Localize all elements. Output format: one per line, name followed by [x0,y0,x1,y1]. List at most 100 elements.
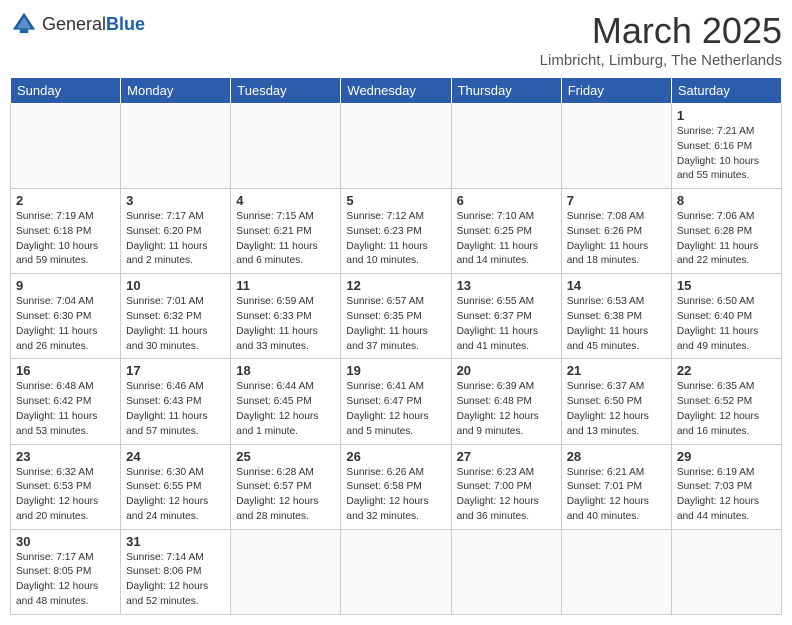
day-number: 16 [16,363,115,378]
day-number: 31 [126,534,225,549]
day-number: 15 [677,278,776,293]
day-cell: 20 Sunrise: 6:39 AMSunset: 6:48 PMDayligh… [451,359,561,444]
weekday-wednesday: Wednesday [341,78,451,104]
day-number: 30 [16,534,115,549]
weekday-thursday: Thursday [451,78,561,104]
day-info: Sunrise: 6:32 AMSunset: 6:53 PMDaylight:… [16,466,115,525]
month-title: March 2025 [540,10,782,52]
day-cell: 17 Sunrise: 6:46 AMSunset: 6:43 PMDayligh… [121,359,231,444]
week-row-1: 1 Sunrise: 7:21 AMSunset: 6:16 PMDaylight… [11,104,782,189]
weekday-sunday: Sunday [11,78,121,104]
title-area: March 2025 Limbricht, Limburg, The Nethe… [540,10,782,69]
day-number: 14 [567,278,666,293]
day-info: Sunrise: 6:23 AMSunset: 7:00 PMDaylight:… [457,466,556,525]
day-number: 13 [457,278,556,293]
day-info: Sunrise: 6:46 AMSunset: 6:43 PMDaylight:… [126,380,225,439]
day-cell: 3Sunrise: 7:17 AMSunset: 6:20 PMDaylight… [121,189,231,274]
day-cell: 23Sunrise: 6:32 AMSunset: 6:53 PMDayligh… [11,444,121,529]
day-cell: 2Sunrise: 7:19 AMSunset: 6:18 PMDaylight… [11,189,121,274]
weekday-saturday: Saturday [671,78,781,104]
day-cell [121,104,231,189]
week-row-4: 16 Sunrise: 6:48 AMSunset: 6:42 PMDayligh… [11,359,782,444]
day-number: 26 [346,449,445,464]
day-info: Sunrise: 7:21 AMSunset: 6:16 PMDaylight:… [677,125,776,184]
day-cell [231,104,341,189]
logo-general: General [42,14,106,34]
day-cell: 6Sunrise: 7:10 AMSunset: 6:25 PMDaylight… [451,189,561,274]
day-number: 1 [677,108,776,123]
day-info: Sunrise: 6:41 AMSunset: 6:47 PMDaylight:… [346,380,445,439]
day-info: Sunrise: 7:01 AMSunset: 6:32 PMDaylight:… [126,295,225,354]
day-cell [561,104,671,189]
day-number: 29 [677,449,776,464]
day-cell: 24Sunrise: 6:30 AMSunset: 6:55 PMDayligh… [121,444,231,529]
day-cell: 30 Sunrise: 7:17 AMSunset: 8:05 PMDayligh… [11,529,121,614]
week-row-5: 23Sunrise: 6:32 AMSunset: 6:53 PMDayligh… [11,444,782,529]
day-info: Sunrise: 7:08 AMSunset: 6:26 PMDaylight:… [567,210,666,269]
weekday-friday: Friday [561,78,671,104]
day-cell [671,529,781,614]
day-number: 21 [567,363,666,378]
day-cell: 10 Sunrise: 7:01 AMSunset: 6:32 PMDayligh… [121,274,231,359]
day-number: 10 [126,278,225,293]
day-number: 28 [567,449,666,464]
day-cell: 18Sunrise: 6:44 AMSunset: 6:45 PMDayligh… [231,359,341,444]
day-number: 12 [346,278,445,293]
weekday-tuesday: Tuesday [231,78,341,104]
day-number: 20 [457,363,556,378]
day-cell [11,104,121,189]
day-cell: 7 Sunrise: 7:08 AMSunset: 6:26 PMDaylight… [561,189,671,274]
day-info: Sunrise: 7:17 AMSunset: 8:05 PMDaylight:… [16,551,115,610]
week-row-2: 2Sunrise: 7:19 AMSunset: 6:18 PMDaylight… [11,189,782,274]
day-number: 4 [236,193,335,208]
day-number: 17 [126,363,225,378]
day-info: Sunrise: 7:10 AMSunset: 6:25 PMDaylight:… [457,210,556,269]
day-info: Sunrise: 7:15 AMSunset: 6:21 PMDaylight:… [236,210,335,269]
day-number: 25 [236,449,335,464]
day-info: Sunrise: 6:39 AMSunset: 6:48 PMDaylight:… [457,380,556,439]
day-cell [451,104,561,189]
day-cell: 13Sunrise: 6:55 AMSunset: 6:37 PMDayligh… [451,274,561,359]
day-number: 11 [236,278,335,293]
day-info: Sunrise: 6:48 AMSunset: 6:42 PMDaylight:… [16,380,115,439]
day-info: Sunrise: 6:59 AMSunset: 6:33 PMDaylight:… [236,295,335,354]
day-number: 7 [567,193,666,208]
weekday-monday: Monday [121,78,231,104]
day-number: 19 [346,363,445,378]
day-number: 27 [457,449,556,464]
day-number: 22 [677,363,776,378]
logo-blue: Blue [106,14,145,34]
day-info: Sunrise: 7:14 AMSunset: 8:06 PMDaylight:… [126,551,225,610]
day-number: 2 [16,193,115,208]
day-number: 3 [126,193,225,208]
day-cell: 21 Sunrise: 6:37 AMSunset: 6:50 PMDayligh… [561,359,671,444]
day-info: Sunrise: 6:57 AMSunset: 6:35 PMDaylight:… [346,295,445,354]
day-cell [561,529,671,614]
logo-text: GeneralBlue [42,15,145,33]
day-cell: 9 Sunrise: 7:04 AMSunset: 6:30 PMDaylight… [11,274,121,359]
day-cell: 14Sunrise: 6:53 AMSunset: 6:38 PMDayligh… [561,274,671,359]
day-info: Sunrise: 7:04 AMSunset: 6:30 PMDaylight:… [16,295,115,354]
day-cell: 1 Sunrise: 7:21 AMSunset: 6:16 PMDaylight… [671,104,781,189]
day-cell [341,529,451,614]
day-cell: 26 Sunrise: 6:26 AMSunset: 6:58 PMDayligh… [341,444,451,529]
logo-icon [10,10,38,38]
day-info: Sunrise: 6:30 AMSunset: 6:55 PMDaylight:… [126,466,225,525]
day-cell: 19 Sunrise: 6:41 AMSunset: 6:47 PMDayligh… [341,359,451,444]
day-cell: 22 Sunrise: 6:35 AMSunset: 6:52 PMDayligh… [671,359,781,444]
day-cell [451,529,561,614]
day-number: 9 [16,278,115,293]
day-info: Sunrise: 6:37 AMSunset: 6:50 PMDaylight:… [567,380,666,439]
day-cell: 31 Sunrise: 7:14 AMSunset: 8:06 PMDayligh… [121,529,231,614]
day-cell: 12 Sunrise: 6:57 AMSunset: 6:35 PMDayligh… [341,274,451,359]
day-info: Sunrise: 6:26 AMSunset: 6:58 PMDaylight:… [346,466,445,525]
week-row-3: 9 Sunrise: 7:04 AMSunset: 6:30 PMDaylight… [11,274,782,359]
day-cell: 8Sunrise: 7:06 AMSunset: 6:28 PMDaylight… [671,189,781,274]
day-info: Sunrise: 7:06 AMSunset: 6:28 PMDaylight:… [677,210,776,269]
day-info: Sunrise: 6:35 AMSunset: 6:52 PMDaylight:… [677,380,776,439]
day-info: Sunrise: 6:21 AMSunset: 7:01 PMDaylight:… [567,466,666,525]
day-number: 18 [236,363,335,378]
day-cell: 28 Sunrise: 6:21 AMSunset: 7:01 PMDayligh… [561,444,671,529]
week-row-6: 30 Sunrise: 7:17 AMSunset: 8:05 PMDayligh… [11,529,782,614]
calendar: SundayMondayTuesdayWednesdayThursdayFrid… [10,77,782,615]
